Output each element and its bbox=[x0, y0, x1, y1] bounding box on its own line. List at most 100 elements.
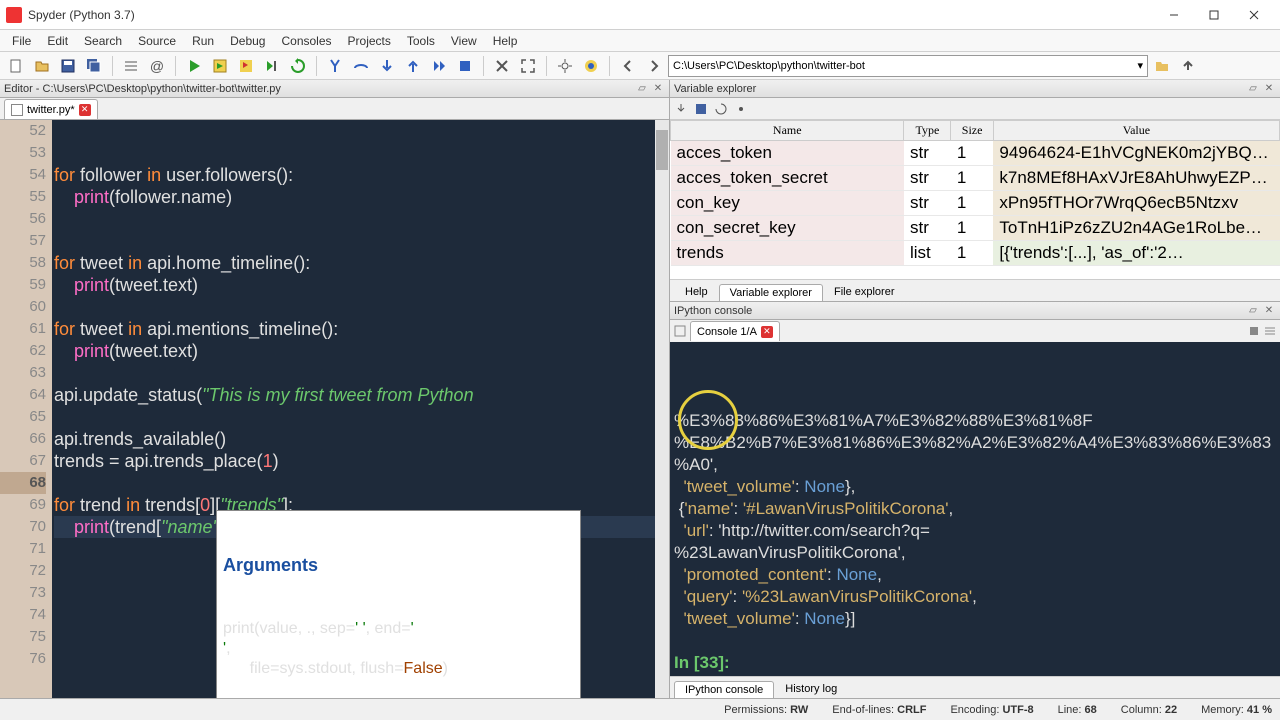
editor-tab[interactable]: twitter.py* ✕ bbox=[4, 99, 98, 119]
menu-view[interactable]: View bbox=[443, 32, 485, 50]
menu-file[interactable]: File bbox=[4, 32, 39, 50]
tab-ipython-console[interactable]: IPython console bbox=[674, 681, 774, 698]
menu-edit[interactable]: Edit bbox=[39, 32, 76, 50]
tab-close-icon[interactable]: ✕ bbox=[761, 326, 773, 338]
editor-tab-row: twitter.py* ✕ bbox=[0, 98, 669, 120]
save-button[interactable] bbox=[56, 54, 80, 78]
var-toolbar bbox=[670, 98, 1280, 120]
variable-explorer-pane: Variable explorer ▱ ✕ NameTypeSizeValuea… bbox=[670, 80, 1280, 302]
menu-source[interactable]: Source bbox=[130, 32, 184, 50]
table-row[interactable]: acces_token_secretstr1k7n8MEf8HAxVJrE8Ah… bbox=[671, 166, 1280, 191]
stop-debug-button[interactable] bbox=[453, 54, 477, 78]
refresh-button[interactable] bbox=[714, 102, 728, 116]
menu-help[interactable]: Help bbox=[485, 32, 526, 50]
line-value: 68 bbox=[1085, 704, 1097, 716]
options-button[interactable] bbox=[734, 102, 748, 116]
at-button[interactable]: @ bbox=[145, 54, 169, 78]
console-pane: IPython console ▱ ✕ Console 1/A ✕ %E3%83… bbox=[670, 302, 1280, 698]
minimize-button[interactable] bbox=[1154, 1, 1194, 29]
parent-dir-button[interactable] bbox=[1176, 54, 1200, 78]
code-editor[interactable]: 5253545556575859606162636465666768697071… bbox=[0, 120, 669, 698]
run-cell-advance-button[interactable] bbox=[234, 54, 258, 78]
file-icon bbox=[11, 104, 23, 116]
table-row[interactable]: acces_tokenstr194964624-E1hVCgNEK0m2jYBQ… bbox=[671, 141, 1280, 166]
table-row[interactable]: con_keystr1xPn95fTHOr7WrqQ6ecB5Ntzxv bbox=[671, 191, 1280, 216]
tab-history-log[interactable]: History log bbox=[774, 680, 848, 698]
console-output[interactable]: %E3%83%86%E3%81%A7%E3%82%88%E3%81%8F%E8%… bbox=[670, 342, 1280, 676]
variable-table[interactable]: NameTypeSizeValueacces_tokenstr194964624… bbox=[670, 120, 1280, 279]
step-over-button[interactable] bbox=[349, 54, 373, 78]
tooltip-title: Arguments bbox=[223, 555, 574, 575]
code-body[interactable]: for follower in user.followers(): print(… bbox=[52, 120, 669, 698]
back-button[interactable] bbox=[616, 54, 640, 78]
console-header: IPython console ▱ ✕ bbox=[670, 302, 1280, 320]
close-pane-icon[interactable]: ✕ bbox=[1262, 82, 1276, 96]
line-label: Line: bbox=[1058, 704, 1082, 716]
continue-button[interactable] bbox=[427, 54, 451, 78]
title-bar: Spyder (Python 3.7) bbox=[0, 0, 1280, 30]
perm-label: Permissions: bbox=[724, 704, 787, 716]
tab-close-icon[interactable]: ✕ bbox=[79, 104, 91, 116]
tool-bar: @ C:\Users\PC\Desktop\python\twitter-bot… bbox=[0, 52, 1280, 80]
console-bottom-tabs: IPython consoleHistory log bbox=[670, 676, 1280, 698]
col-label: Column: bbox=[1121, 704, 1162, 716]
mem-value: 41 % bbox=[1247, 704, 1272, 716]
run-selection-button[interactable] bbox=[260, 54, 284, 78]
rerun-button[interactable] bbox=[286, 54, 310, 78]
tab-variable-explorer[interactable]: Variable explorer bbox=[719, 284, 823, 301]
eol-value: CRLF bbox=[897, 704, 926, 716]
prefs-button[interactable] bbox=[553, 54, 577, 78]
debug-button[interactable] bbox=[323, 54, 347, 78]
close-pane-icon[interactable]: ✕ bbox=[1262, 304, 1276, 318]
tooltip-body: print(value, ., sep=' ', end='', file=sy… bbox=[223, 619, 574, 679]
stop-console-button[interactable] bbox=[1248, 325, 1260, 337]
undock-icon[interactable]: ▱ bbox=[1246, 82, 1260, 96]
maximize-button[interactable] bbox=[1194, 1, 1234, 29]
table-row[interactable]: con_secret_keystr1ToTnH1iPz6zZU2n4AGe1Ro… bbox=[671, 216, 1280, 241]
console-tab[interactable]: Console 1/A ✕ bbox=[690, 321, 780, 341]
max-button[interactable] bbox=[490, 54, 514, 78]
close-button[interactable] bbox=[1234, 1, 1274, 29]
app-icon bbox=[6, 7, 22, 23]
table-row[interactable]: trendslist1[{'trends':[...], 'as_of':'2… bbox=[671, 241, 1280, 266]
col-size[interactable]: Size bbox=[951, 121, 993, 141]
step-in-button[interactable] bbox=[375, 54, 399, 78]
perm-value: RW bbox=[790, 704, 808, 716]
outline-button[interactable] bbox=[119, 54, 143, 78]
open-file-button[interactable] bbox=[30, 54, 54, 78]
close-pane-icon[interactable]: ✕ bbox=[651, 82, 665, 96]
working-dir-combo[interactable]: C:\Users\PC\Desktop\python\twitter-bot▾ bbox=[668, 55, 1148, 77]
new-console-button[interactable] bbox=[674, 325, 686, 337]
run-cell-button[interactable] bbox=[208, 54, 232, 78]
run-button[interactable] bbox=[182, 54, 206, 78]
python-path-button[interactable] bbox=[579, 54, 603, 78]
window-title: Spyder (Python 3.7) bbox=[28, 8, 1154, 22]
save-data-button[interactable] bbox=[694, 102, 708, 116]
menu-debug[interactable]: Debug bbox=[222, 32, 273, 50]
chevron-down-icon: ▾ bbox=[1137, 59, 1143, 72]
step-out-button[interactable] bbox=[401, 54, 425, 78]
tab-file-explorer[interactable]: File explorer bbox=[823, 283, 906, 301]
fullscreen-button[interactable] bbox=[516, 54, 540, 78]
menu-tools[interactable]: Tools bbox=[399, 32, 443, 50]
undock-icon[interactable]: ▱ bbox=[635, 82, 649, 96]
import-data-button[interactable] bbox=[674, 102, 688, 116]
console-tab-label: Console 1/A bbox=[697, 326, 757, 338]
browse-dir-button[interactable] bbox=[1150, 54, 1174, 78]
save-all-button[interactable] bbox=[82, 54, 106, 78]
new-file-button[interactable] bbox=[4, 54, 28, 78]
col-name[interactable]: Name bbox=[671, 121, 904, 141]
tab-help[interactable]: Help bbox=[674, 283, 719, 301]
forward-button[interactable] bbox=[642, 54, 666, 78]
var-exp-tabs: HelpVariable explorerFile explorer bbox=[670, 279, 1280, 301]
menu-search[interactable]: Search bbox=[76, 32, 130, 50]
menu-run[interactable]: Run bbox=[184, 32, 222, 50]
menu-projects[interactable]: Projects bbox=[340, 32, 399, 50]
menu-consoles[interactable]: Consoles bbox=[273, 32, 339, 50]
editor-vscroll[interactable] bbox=[655, 120, 669, 698]
undock-icon[interactable]: ▱ bbox=[1246, 304, 1260, 318]
col-type[interactable]: Type bbox=[904, 121, 951, 141]
console-options-button[interactable] bbox=[1264, 325, 1276, 337]
var-exp-header: Variable explorer ▱ ✕ bbox=[670, 80, 1280, 98]
col-value[interactable]: Value bbox=[993, 121, 1279, 141]
